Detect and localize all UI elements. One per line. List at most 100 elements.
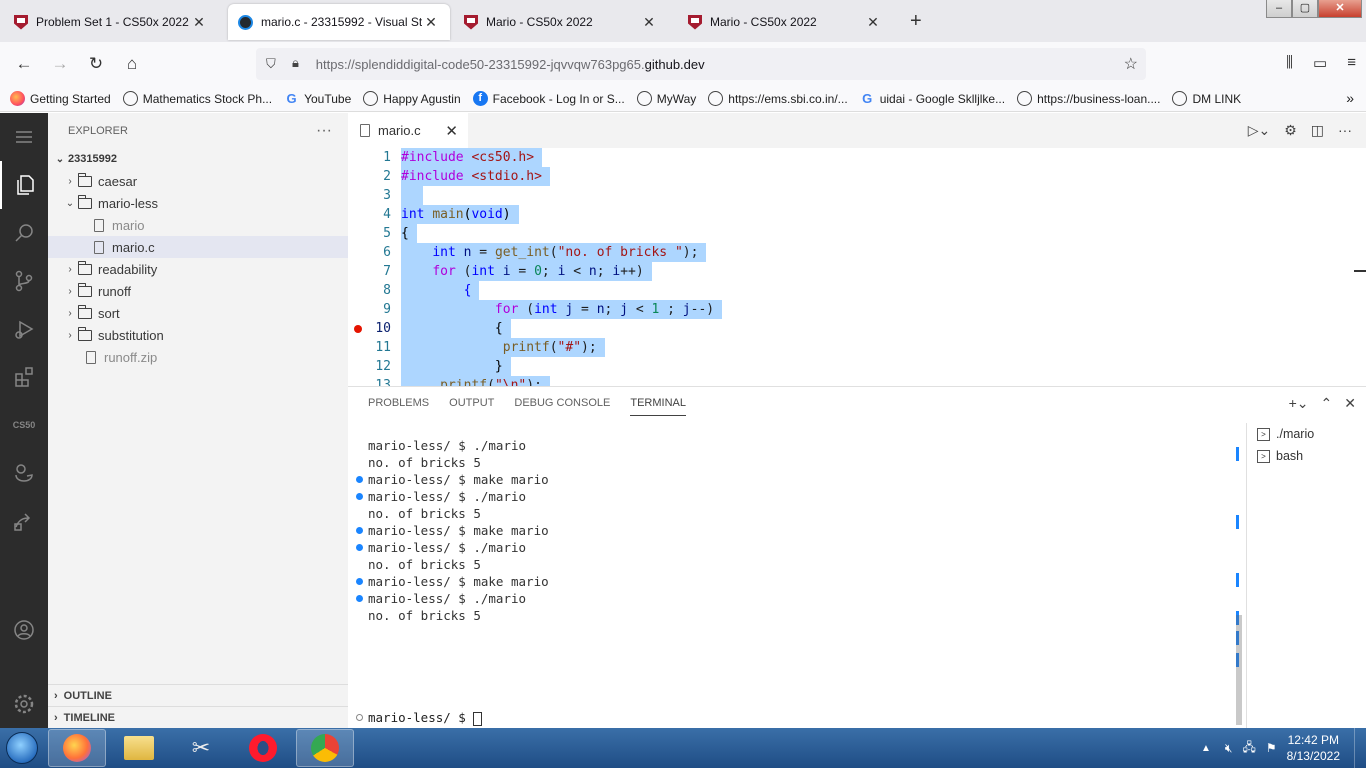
command-decoration-icon[interactable] [356, 578, 363, 585]
taskbar-opera[interactable] [234, 729, 292, 767]
reload-icon[interactable]: ↻ [78, 54, 114, 74]
timeline-section[interactable]: › TIMELINE [48, 706, 348, 728]
remote-explorer-icon[interactable] [0, 497, 48, 545]
bottom-panel: PROBLEMS OUTPUT DEBUG CONSOLE TERMINAL +… [348, 386, 1366, 729]
gear-icon[interactable] [0, 680, 48, 728]
account-icon[interactable] [0, 606, 48, 654]
bookmark-item[interactable]: f Facebook - Log In or S... [472, 91, 625, 106]
menu-icon[interactable] [0, 113, 48, 161]
show-hidden-icons[interactable]: ▲ [1201, 743, 1211, 754]
extensions-icon[interactable] [0, 353, 48, 401]
tree-item-runoff[interactable]: › runoff [48, 280, 348, 302]
maximize-button[interactable]: ▢ [1292, 0, 1318, 18]
files-icon[interactable] [0, 161, 48, 209]
window-close-button[interactable]: ✕ [1318, 0, 1362, 18]
bookmark-item[interactable]: Mathematics Stock Ph... [122, 91, 272, 106]
tab-terminal[interactable]: TERMINAL [630, 397, 686, 416]
terminal-scrollbar[interactable] [1236, 435, 1242, 725]
gear-icon[interactable]: ⚙ [1284, 122, 1297, 139]
run-debug-icon[interactable] [0, 305, 48, 353]
volume-muted-icon[interactable]: 🔇︎ [1225, 741, 1233, 756]
tree-item-readability[interactable]: › readability [48, 258, 348, 280]
more-actions-icon[interactable]: ··· [1338, 122, 1352, 139]
command-decoration-icon[interactable] [356, 544, 363, 551]
code-editor[interactable]: 1 #include <cs50.h> 2 #include <stdio.h> 3… [348, 148, 1366, 386]
terminal-line: mario-less/ $ make mario [356, 573, 1228, 590]
library-icon[interactable]: ⫼ [1286, 54, 1293, 72]
clock[interactable]: 12:42 PM 8/13/2022 [1287, 732, 1340, 764]
close-panel-icon[interactable]: ✕ [1344, 395, 1356, 412]
bookmark-item[interactable]: Guidai - Google Sklljlke... [860, 91, 1005, 106]
browser-tab[interactable]: Mario - CS50x 2022 ✕ [454, 4, 668, 40]
bookmark-item[interactable]: DM LINK [1172, 91, 1241, 106]
bookmark-item[interactable]: Getting Started [10, 91, 111, 106]
new-terminal-icon[interactable]: +⌄ [1289, 395, 1309, 412]
minimize-button[interactable]: – [1266, 0, 1292, 18]
tree-item-mario-less[interactable]: ⌄ mario-less [48, 192, 348, 214]
file-icon [94, 218, 104, 232]
tab-output[interactable]: OUTPUT [449, 397, 494, 416]
terminal-list-item[interactable]: > bash [1247, 445, 1366, 467]
close-icon[interactable]: ✕ [190, 14, 208, 31]
split-editor-icon[interactable]: ◫ [1311, 122, 1324, 139]
outline-section[interactable]: › OUTLINE [48, 684, 348, 706]
bookmark-item[interactable]: https://business-loan.... [1017, 91, 1160, 106]
command-decoration-icon[interactable] [356, 476, 363, 483]
editor-tab-mario-c[interactable]: mario.c ✕ [348, 113, 468, 148]
home-icon[interactable]: ⌂ [114, 54, 150, 74]
search-icon[interactable] [0, 209, 48, 257]
taskbar-explorer[interactable] [110, 729, 168, 767]
terminal-prompt[interactable]: mario-less/ $ [356, 710, 483, 726]
network-icon[interactable]: 🖧 [1242, 738, 1255, 759]
browser-tab[interactable]: Mario - CS50x 2022 ✕ [678, 4, 892, 40]
folder-open-icon [78, 194, 92, 209]
menu-icon[interactable]: ≡ [1347, 54, 1356, 72]
terminal-list-item[interactable]: > ./mario [1247, 423, 1366, 445]
address-bar[interactable]: ⛉ 🔒︎ https://splendiddigital-code50-2331… [256, 48, 1146, 80]
command-decoration-icon[interactable] [356, 493, 363, 500]
start-button[interactable] [0, 728, 44, 768]
new-tab-button[interactable]: + [910, 10, 922, 33]
taskbar-chrome[interactable] [296, 729, 354, 767]
tree-item-runoff-zip[interactable]: runoff.zip [48, 346, 348, 368]
windows-logo-icon [6, 732, 38, 764]
tree-item-caesar[interactable]: › caesar [48, 170, 348, 192]
tree-item-mario[interactable]: mario [48, 214, 348, 236]
bookmark-item[interactable]: MyWay [636, 91, 696, 106]
browser-tab-active[interactable]: mario.c - 23315992 - Visual Stud ✕ [228, 4, 450, 40]
taskbar-firefox[interactable] [48, 729, 106, 767]
command-decoration-icon[interactable] [356, 527, 363, 534]
more-actions-icon[interactable]: ··· [316, 122, 332, 140]
command-decoration-icon[interactable] [356, 595, 363, 602]
bookmark-item[interactable]: Happy Agustin [363, 91, 461, 106]
duck-icon[interactable] [0, 449, 48, 497]
source-control-icon[interactable] [0, 257, 48, 305]
terminal-output[interactable]: mario-less/ $ ./mario no. of bricks 5 ma… [356, 437, 1228, 624]
maximize-panel-icon[interactable]: ⌃ [1321, 395, 1333, 412]
bookmark-star-icon[interactable]: ☆ [1124, 54, 1138, 74]
flag-icon[interactable]: ⚑ [1266, 741, 1277, 755]
cs50-label[interactable]: CS50 [0, 401, 48, 449]
show-desktop-button[interactable] [1354, 728, 1366, 768]
run-icon[interactable]: ▷⌄ [1248, 122, 1271, 139]
tab-problems[interactable]: PROBLEMS [368, 397, 429, 416]
tab-debug-console[interactable]: DEBUG CONSOLE [514, 397, 610, 416]
tree-item-mario-c[interactable]: mario.c [48, 236, 348, 258]
close-icon[interactable]: ✕ [640, 14, 658, 31]
browser-tab[interactable]: Problem Set 1 - CS50x 2022 ✕ [4, 4, 218, 40]
forward-arrow-icon[interactable]: → [42, 54, 78, 74]
folder-icon [78, 172, 92, 187]
chevron-right-icon[interactable]: » [1346, 90, 1354, 106]
back-arrow-icon[interactable]: ← [6, 54, 42, 74]
sidebar-icon[interactable]: ▭ [1313, 54, 1327, 72]
workspace-root[interactable]: ⌄ 23315992 [48, 148, 348, 170]
close-icon[interactable]: ✕ [422, 14, 440, 31]
taskbar-snipping[interactable]: ✂ [172, 729, 230, 767]
close-icon[interactable]: ✕ [445, 122, 458, 140]
bookmark-item[interactable]: https://ems.sbi.co.in/... [708, 91, 848, 106]
bookmark-item[interactable]: G YouTube [284, 91, 352, 106]
folder-icon [78, 304, 92, 319]
tree-item-substitution[interactable]: › substitution [48, 324, 348, 346]
tree-item-sort[interactable]: › sort [48, 302, 348, 324]
close-icon[interactable]: ✕ [864, 14, 882, 31]
